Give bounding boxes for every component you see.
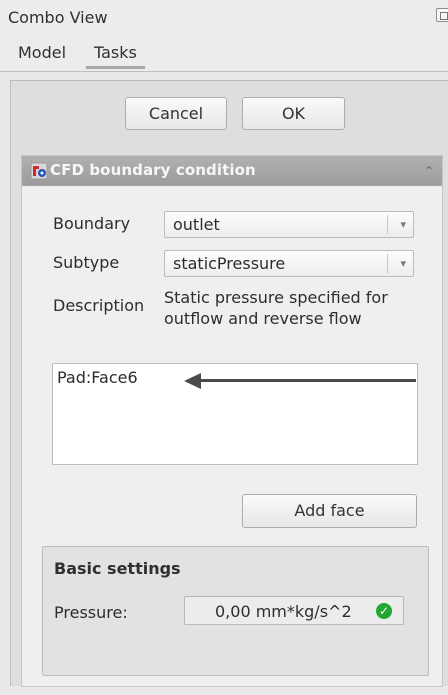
subtype-label: Subtype	[53, 253, 120, 272]
tasks-content: Cancel OK CFD boundary condition ⌃ Bound…	[10, 80, 448, 687]
panel-title: CFD boundary condition	[50, 161, 256, 179]
select-separator	[387, 254, 388, 273]
chevron-down-icon: ▾	[400, 218, 406, 231]
boundary-select[interactable]: outlet ▾	[164, 211, 414, 238]
pressure-label: Pressure:	[54, 603, 128, 622]
subtype-select[interactable]: staticPressure ▾	[164, 250, 414, 277]
face-list-item[interactable]: Pad:Face6	[57, 368, 138, 387]
tab-tasks[interactable]: Tasks	[86, 42, 145, 69]
window-float-button[interactable]	[436, 8, 448, 22]
select-separator	[387, 215, 388, 234]
cancel-button[interactable]: Cancel	[125, 97, 227, 130]
cfd-boundary-condition-panel: CFD boundary condition ⌃ Boundary outlet…	[21, 155, 443, 687]
description-label: Description	[53, 296, 145, 315]
pressure-value: 0,00 mm*kg/s^2	[215, 602, 352, 621]
description-text: Static pressure specified for outflow an…	[164, 288, 388, 328]
panel-header[interactable]: CFD boundary condition ⌃	[22, 156, 442, 186]
face-list[interactable]: Pad:Face6	[52, 363, 418, 465]
check-icon: ✓	[376, 603, 392, 619]
combo-view-window: Combo View Model Tasks Cancel OK CFD bou…	[0, 0, 448, 695]
tab-model[interactable]: Model	[10, 42, 74, 64]
basic-settings-title: Basic settings	[54, 559, 181, 578]
cfd-boundary-icon	[30, 162, 48, 180]
tab-bar: Model Tasks	[0, 34, 448, 72]
add-face-button[interactable]: Add face	[242, 494, 417, 528]
title-bar: Combo View	[0, 0, 448, 34]
boundary-label: Boundary	[53, 214, 131, 233]
double-chevron-up-icon[interactable]: ⌃	[424, 161, 434, 181]
chevron-down-icon: ▾	[400, 257, 406, 270]
subtype-select-value: staticPressure	[173, 254, 286, 273]
window-title: Combo View	[8, 8, 108, 27]
ok-button[interactable]: OK	[242, 97, 345, 130]
left-arrow-icon	[184, 373, 201, 389]
basic-settings-group: Basic settings Pressure: 0,00 mm*kg/s^2 …	[42, 546, 429, 676]
boundary-select-value: outlet	[173, 215, 220, 234]
pressure-input[interactable]: 0,00 mm*kg/s^2 ✓	[184, 596, 404, 625]
left-arrow-icon	[200, 379, 416, 382]
